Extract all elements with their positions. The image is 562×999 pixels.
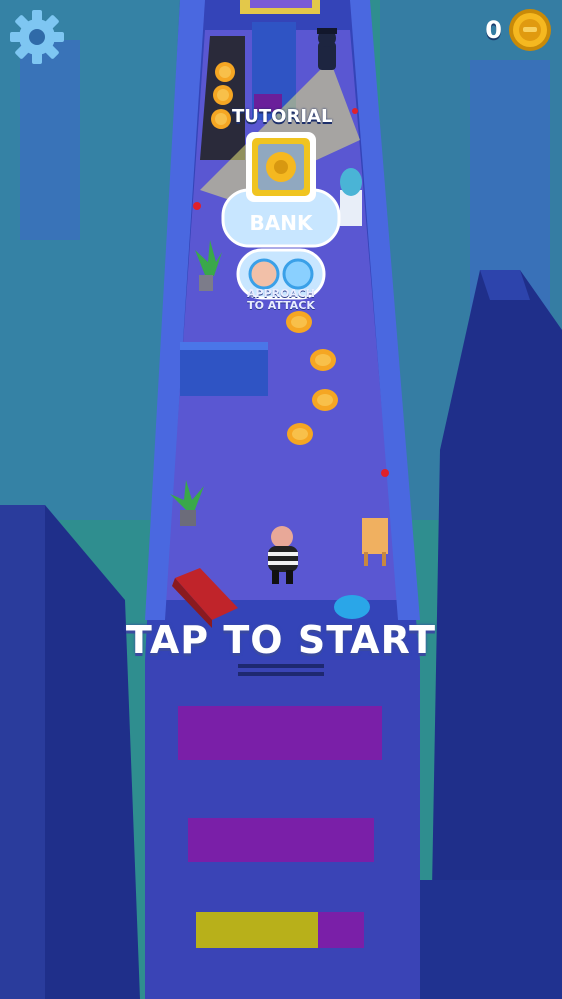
settings-button[interactable] (8, 8, 66, 66)
coin-icon (509, 9, 551, 51)
game-scene[interactable] (0, 0, 562, 999)
robber-face-icon (248, 258, 280, 290)
police-guard (317, 28, 337, 70)
distant-building-left-2 (20, 40, 80, 240)
window-band-3-purple (318, 912, 364, 948)
vent-2 (238, 672, 324, 676)
window-band-1 (178, 706, 382, 760)
coin (312, 389, 338, 411)
coin (213, 85, 233, 105)
wall-light (193, 202, 201, 210)
target-icon (282, 258, 314, 290)
coin (286, 311, 312, 333)
window-band-3-yellow (196, 912, 318, 948)
window-band-2 (188, 818, 374, 862)
inner-wall (180, 342, 268, 396)
vent-1 (238, 664, 324, 668)
wall-light (352, 108, 358, 114)
tutorial-label: TUTORIAL (232, 106, 333, 127)
coin (215, 62, 235, 82)
wall-light (381, 469, 389, 477)
coin-counter: 0 (485, 8, 552, 52)
attack-hint-label: APPROACH TO ATTACK (247, 287, 315, 312)
water-cooler (340, 168, 362, 226)
bank-label: BANK (249, 211, 313, 235)
building-left-side (0, 505, 45, 999)
coin (310, 349, 336, 371)
coin (211, 109, 231, 129)
coin-count: 0 (485, 16, 502, 44)
tap-to-start[interactable]: TAP TO START (0, 618, 562, 662)
coin (287, 423, 313, 445)
inner-wall-top (180, 342, 268, 350)
blue-floor-pad (334, 595, 370, 619)
gate-top-inner (250, 0, 312, 8)
gear-icon (10, 10, 64, 64)
